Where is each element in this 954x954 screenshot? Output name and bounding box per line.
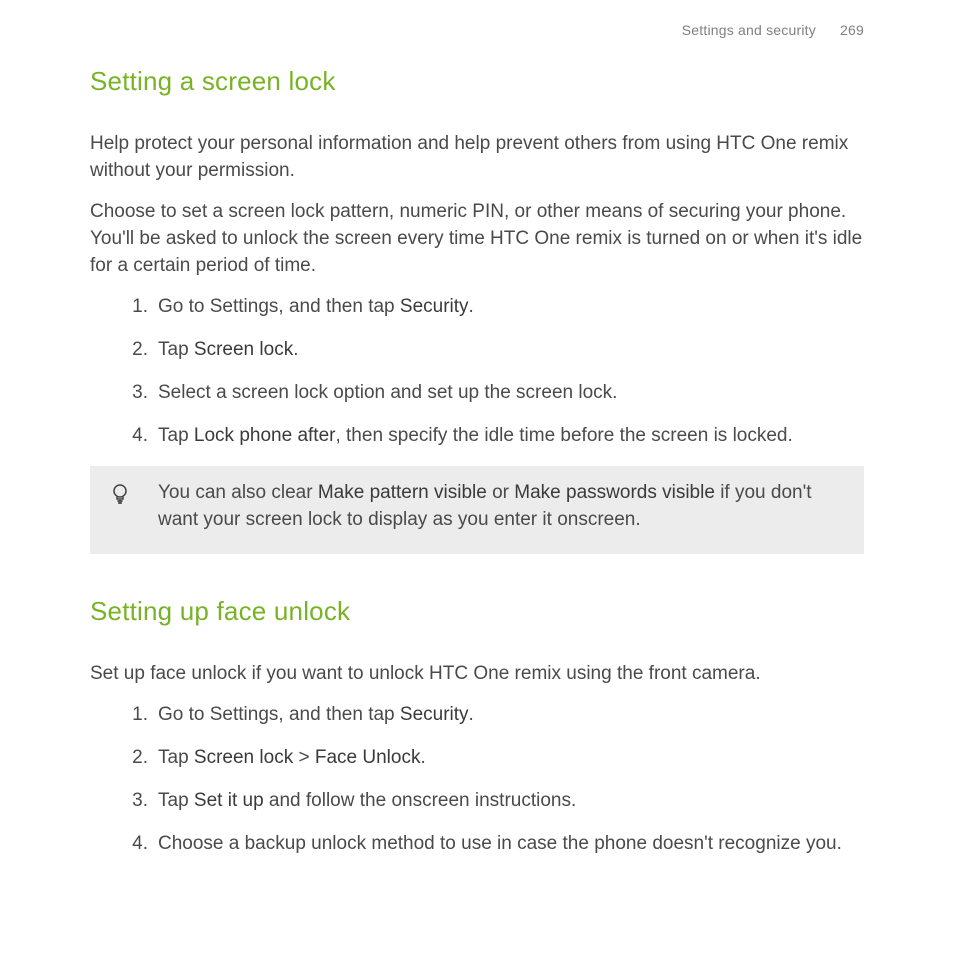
step-number: 2. <box>118 337 148 364</box>
header-page-number: 269 <box>840 22 864 38</box>
intro-paragraph: Help protect your personal information a… <box>90 131 864 185</box>
page-header: Settings and security 269 <box>90 22 864 38</box>
tip-text: or <box>487 482 514 503</box>
step-bold: Screen lock <box>194 747 293 768</box>
step-number: 4. <box>118 831 148 858</box>
step-number: 2. <box>118 745 148 772</box>
step-text: Go to Settings, and then tap <box>158 296 400 317</box>
step-number: 1. <box>118 294 148 321</box>
header-section-name: Settings and security <box>682 22 816 38</box>
step-text: . <box>469 296 474 317</box>
step-number: 3. <box>118 788 148 815</box>
section-heading-face-unlock: Setting up face unlock <box>90 596 864 627</box>
step-bold: Set it up <box>194 790 264 811</box>
steps-list-face-unlock: 1. Go to Settings, and then tap Security… <box>90 702 864 858</box>
tip-bold: Make pattern visible <box>318 482 487 503</box>
list-item: 1. Go to Settings, and then tap Security… <box>90 294 864 321</box>
tip-text: You can also clear <box>158 482 318 503</box>
step-bold: Screen lock <box>194 339 293 360</box>
step-text: Select a screen lock option and set up t… <box>158 382 617 403</box>
list-item: 1. Go to Settings, and then tap Security… <box>90 702 864 729</box>
manual-page: Settings and security 269 Setting a scre… <box>0 0 954 954</box>
step-number: 3. <box>118 380 148 407</box>
section-heading-screen-lock: Setting a screen lock <box>90 66 864 97</box>
step-text: Tap <box>158 747 194 768</box>
step-number: 4. <box>118 423 148 450</box>
step-text: Tap <box>158 790 194 811</box>
step-bold: Security <box>400 704 469 725</box>
list-item: 2. Tap Screen lock > Face Unlock. <box>90 745 864 772</box>
step-text: Tap <box>158 339 194 360</box>
step-text: Choose a backup unlock method to use in … <box>158 833 842 854</box>
list-item: 2. Tap Screen lock. <box>90 337 864 364</box>
step-text: . <box>293 339 298 360</box>
step-text: Tap <box>158 425 194 446</box>
tip-callout: You can also clear Make pattern visible … <box>90 466 864 554</box>
list-item: 4. Tap Lock phone after, then specify th… <box>90 423 864 450</box>
list-item: 4. Choose a backup unlock method to use … <box>90 831 864 858</box>
step-bold: Face Unlock <box>315 747 421 768</box>
step-text: , then specify the idle time before the … <box>335 425 792 446</box>
step-text: Go to Settings, and then tap <box>158 704 400 725</box>
step-text: . <box>420 747 425 768</box>
step-bold: Security <box>400 296 469 317</box>
steps-list-screen-lock: 1. Go to Settings, and then tap Security… <box>90 294 864 450</box>
lightbulb-icon <box>108 482 136 510</box>
list-item: 3. Select a screen lock option and set u… <box>90 380 864 407</box>
step-text: > <box>293 747 315 768</box>
step-text: and follow the onscreen instructions. <box>264 790 577 811</box>
step-number: 1. <box>118 702 148 729</box>
step-bold: Lock phone after <box>194 425 336 446</box>
tip-bold: Make passwords visible <box>514 482 715 503</box>
step-text: . <box>469 704 474 725</box>
list-item: 3. Tap Set it up and follow the onscreen… <box>90 788 864 815</box>
intro-paragraph: Set up face unlock if you want to unlock… <box>90 661 864 688</box>
intro-paragraph: Choose to set a screen lock pattern, num… <box>90 199 864 280</box>
